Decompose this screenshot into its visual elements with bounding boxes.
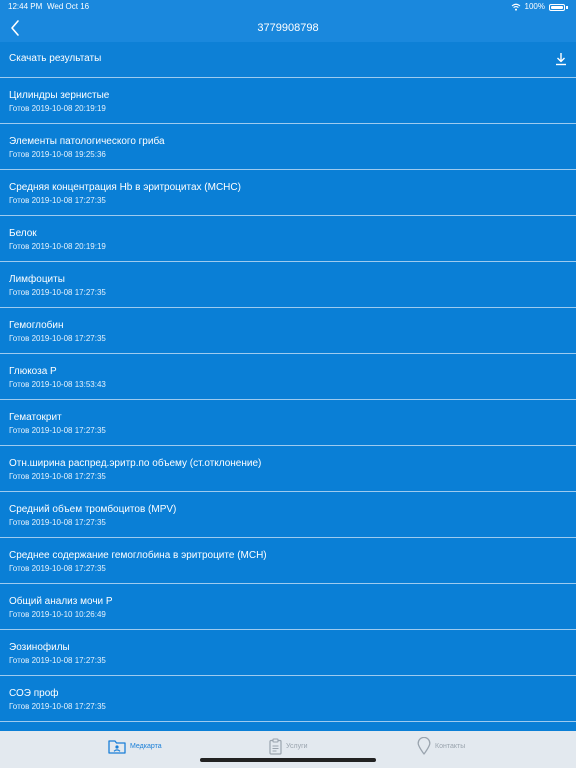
wifi-icon <box>511 3 520 11</box>
item-status: Готов 2019-10-08 17:27:35 <box>9 518 106 527</box>
item-title: Лимфоциты <box>9 274 65 285</box>
download-results-button[interactable]: Скачать результаты <box>0 42 576 78</box>
list-item[interactable]: Гемоглобин Готов 2019-10-08 17:27:35 <box>0 308 576 354</box>
download-icon[interactable] <box>554 52 568 66</box>
item-status: Готов 2019-10-08 17:27:35 <box>9 288 106 297</box>
item-title: Белок <box>9 228 37 239</box>
item-title: СОЭ проф <box>9 688 59 699</box>
list-item[interactable]: Отн.ширина распред.эритр.по объему (ст.о… <box>0 446 576 492</box>
item-title: Гемоглобин <box>9 320 64 331</box>
list-item[interactable]: Средний объем тромбоцитов (MPV) Готов 201… <box>0 492 576 538</box>
item-status: Готов 2019-10-08 17:27:35 <box>9 564 106 573</box>
item-status: Готов 2019-10-08 17:27:35 <box>9 472 106 481</box>
item-title: Цилиндры зернистые <box>9 90 110 101</box>
list-item[interactable]: Гематокрит Готов 2019-10-08 17:27:35 <box>0 400 576 446</box>
list-item[interactable]: Глюкоза Р Готов 2019-10-08 13:53:43 <box>0 354 576 400</box>
list-item[interactable]: Эозинофилы Готов 2019-10-08 17:27:35 <box>0 630 576 676</box>
item-title: Общий анализ мочи Р <box>9 596 113 607</box>
battery-icon <box>549 3 565 11</box>
list-item[interactable]: Средняя концентрация Hb в эритроцитах (M… <box>0 170 576 216</box>
list-item[interactable]: Белок Готов 2019-10-08 20:19:19 <box>0 216 576 262</box>
status-date: Wed Oct 16 <box>47 2 90 11</box>
home-indicator[interactable] <box>200 758 376 762</box>
item-title: Среднее содержание гемоглобина в эритроц… <box>9 550 267 561</box>
item-status: Готов 2019-10-08 17:27:35 <box>9 334 106 343</box>
battery-percent: 100% <box>524 2 545 11</box>
location-pin-icon <box>417 737 431 755</box>
item-title: Гематокрит <box>9 412 62 423</box>
list-item[interactable]: Среднее содержание гемоглобина в эритроц… <box>0 538 576 584</box>
item-status: Готов 2019-10-08 17:27:35 <box>9 196 106 205</box>
list-item[interactable]: Цилиндры зернистые Готов 2019-10-08 20:19… <box>0 78 576 124</box>
item-title: Отн.ширина распред.эритр.по объему (ст.о… <box>9 458 262 469</box>
item-title: Элементы патологического гриба <box>9 136 165 147</box>
item-status: Готов 2019-10-08 17:27:35 <box>9 656 106 665</box>
list-item[interactable]: СОЭ проф Готов 2019-10-08 17:27:35 <box>0 676 576 722</box>
clipboard-icon <box>269 737 282 755</box>
item-status: Готов 2019-10-08 19:25:36 <box>9 150 106 159</box>
item-status: Готов 2019-10-08 13:53:43 <box>9 380 106 389</box>
item-status: Готов 2019-10-08 20:19:19 <box>9 104 106 113</box>
item-status: Готов 2019-10-10 10:26:49 <box>9 610 106 619</box>
item-title: Эозинофилы <box>9 642 70 653</box>
tab-services-label: Услуги <box>286 742 308 750</box>
item-status: Готов 2019-10-08 17:27:35 <box>9 426 106 435</box>
status-indicators: 100% <box>511 0 568 14</box>
item-title: Средний объем тромбоцитов (MPV) <box>9 504 177 515</box>
status-bar: 12:44 PM Wed Oct 16 100% <box>0 0 576 14</box>
medcard-icon <box>108 739 126 754</box>
tab-medcard[interactable]: Медкарта <box>108 731 162 761</box>
item-title: Средняя концентрация Hb в эритроцитах (M… <box>9 182 241 193</box>
download-results-label: Скачать результаты <box>9 53 102 64</box>
tab-contacts[interactable]: Контакты <box>417 731 465 761</box>
item-status: Готов 2019-10-08 17:27:35 <box>9 702 106 711</box>
tab-contacts-label: Контакты <box>435 742 466 750</box>
navigation-bar: 3779908798 <box>0 14 576 42</box>
list-item[interactable]: Лимфоциты Готов 2019-10-08 17:27:35 <box>0 262 576 308</box>
tab-medcard-label: Медкарта <box>130 742 162 750</box>
list-item[interactable]: Элементы патологического гриба Готов 2019… <box>0 124 576 170</box>
status-time: 12:44 PM <box>8 2 43 11</box>
results-list: Цилиндры зернистые Готов 2019-10-08 20:19… <box>0 78 576 722</box>
tab-bar: Медкарта Услуги Контакты <box>0 731 576 768</box>
tab-services[interactable]: Услуги <box>269 731 308 761</box>
list-item[interactable]: Общий анализ мочи Р Готов 2019-10-10 10:2… <box>0 584 576 630</box>
item-status: Готов 2019-10-08 20:19:19 <box>9 242 106 251</box>
item-title: Глюкоза Р <box>9 366 57 377</box>
battery-tip <box>566 5 568 9</box>
page-title: 3779908798 <box>257 22 319 34</box>
